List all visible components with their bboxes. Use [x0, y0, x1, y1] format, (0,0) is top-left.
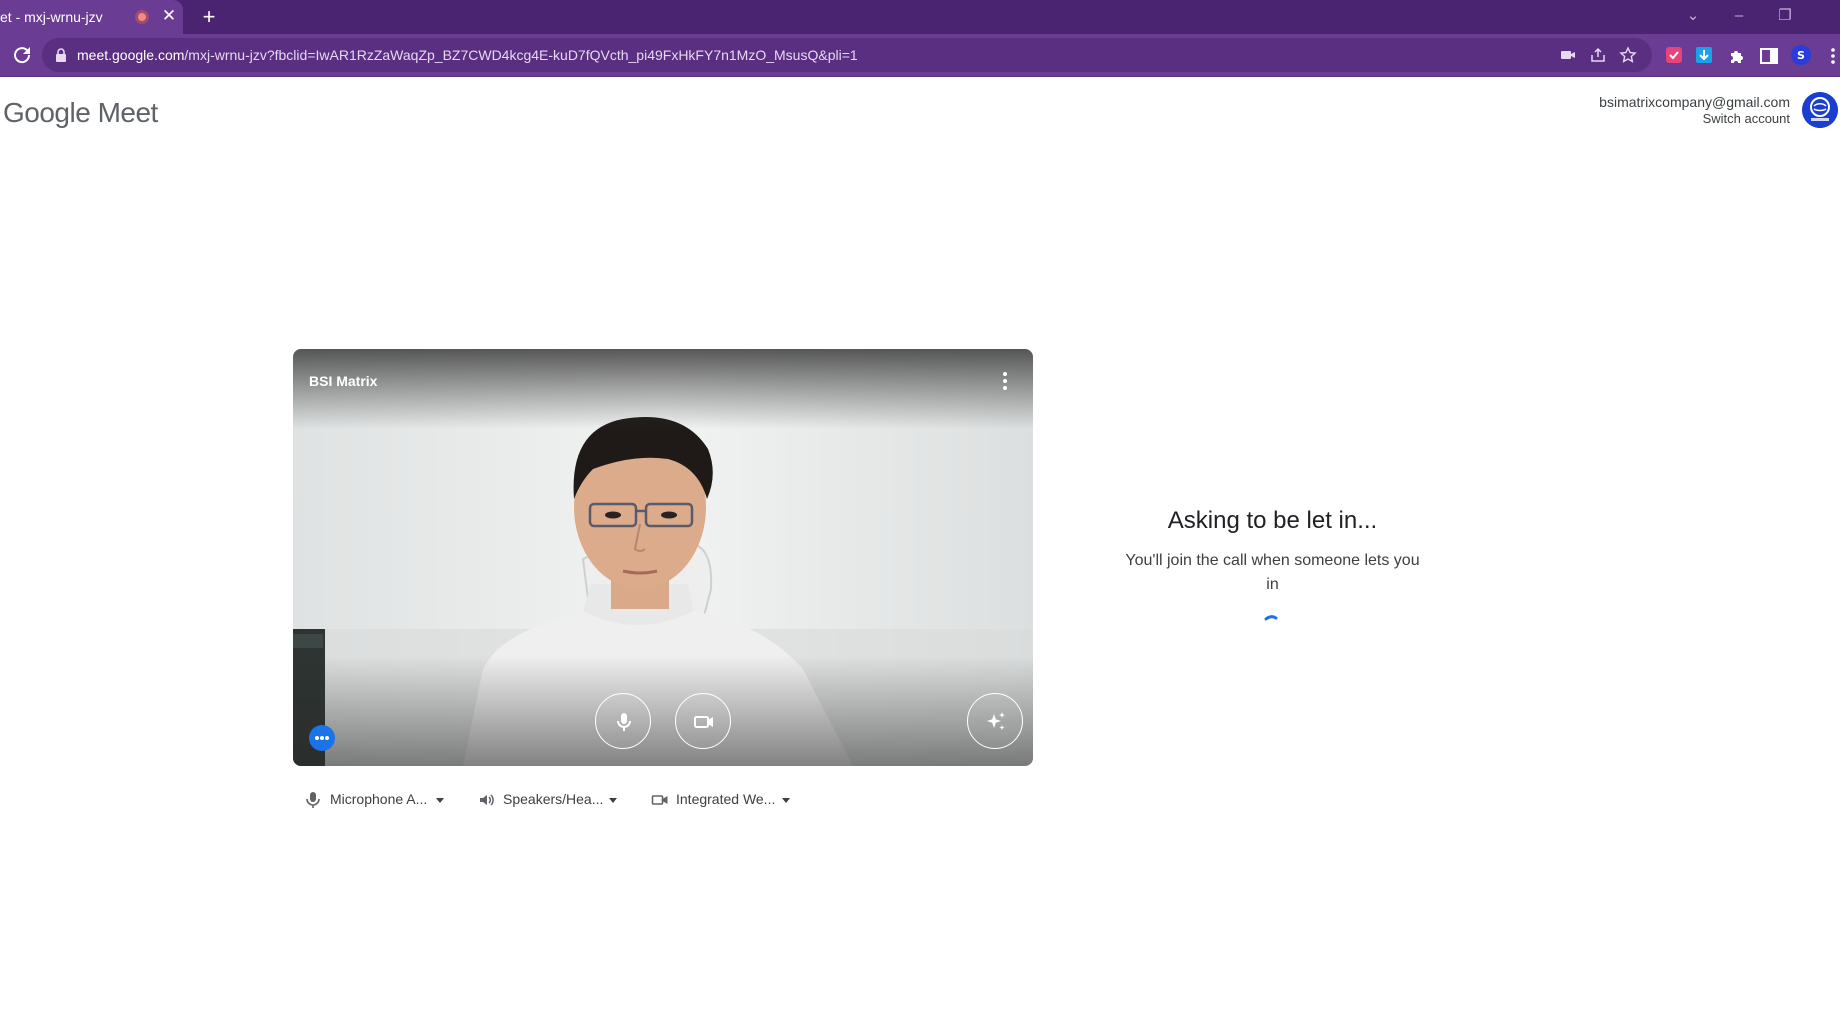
- close-tab-icon[interactable]: ✕: [160, 7, 178, 25]
- microphone-toggle-button[interactable]: [595, 693, 651, 749]
- toolbar-divider: [0, 76, 1840, 77]
- share-icon[interactable]: [1589, 46, 1607, 64]
- camera-select[interactable]: Integrated We...: [651, 790, 796, 810]
- speaker-icon: [480, 794, 494, 806]
- microphone-icon: [306, 792, 320, 808]
- video-camera-icon: [694, 716, 713, 728]
- puzzle-icon[interactable]: [1727, 46, 1747, 66]
- side-panel-icon[interactable]: [1759, 46, 1779, 66]
- extension-red-icon[interactable]: [1664, 45, 1684, 65]
- new-tab-icon[interactable]: +: [196, 4, 222, 30]
- lock-icon[interactable]: [54, 48, 68, 62]
- asking-title: Asking to be let in...: [1167, 507, 1378, 534]
- loading-spinner-icon: [1264, 615, 1278, 621]
- menu-icon[interactable]: [1826, 46, 1840, 66]
- profile-icon[interactable]: S: [1790, 44, 1812, 66]
- more-options-icon[interactable]: [993, 369, 1017, 393]
- address-bar[interactable]: meet.google.com/mxj-wrnu-jzv?fbclid=IwAR…: [42, 38, 1652, 72]
- speakers-select[interactable]: Speakers/Hea...: [478, 790, 618, 810]
- camera-icon[interactable]: [1559, 46, 1577, 64]
- minimize-icon[interactable]: –: [1724, 4, 1754, 28]
- chevron-down-icon: [782, 798, 790, 803]
- participant-name: BSI Matrix: [309, 373, 378, 389]
- camera-toggle-button[interactable]: [675, 693, 731, 749]
- recording-indicator-icon: [135, 10, 149, 24]
- video-preview: BSI Matrix: [293, 349, 1033, 766]
- account-email: bsimatrixcompany@gmail.com: [1599, 94, 1790, 110]
- download-icon[interactable]: [1694, 45, 1714, 65]
- more-actions-button[interactable]: [309, 725, 335, 751]
- restore-icon[interactable]: ❐: [1770, 4, 1800, 28]
- tab-title: et - mxj-wrnu-jzv: [0, 9, 103, 25]
- dots-icon: [315, 736, 329, 740]
- google-meet-logo[interactable]: Google Meet: [3, 97, 158, 129]
- tab-search-icon[interactable]: ⌄: [1678, 4, 1708, 28]
- reload-icon[interactable]: [10, 43, 34, 67]
- chevron-down-icon: [436, 798, 444, 803]
- visual-effects-button[interactable]: [967, 693, 1023, 749]
- microphone-icon: [617, 713, 631, 731]
- browser-tab-strip: et - mxj-wrnu-jzv ✕ + ⌄ – ❐: [0, 0, 1840, 34]
- switch-account-link[interactable]: Switch account: [1703, 111, 1790, 126]
- browser-tab[interactable]: et - mxj-wrnu-jzv ✕: [0, 0, 183, 34]
- asking-subtitle: You'll join the call when someone lets y…: [1125, 552, 1420, 593]
- svg-text:S: S: [1797, 49, 1805, 62]
- top-gradient-overlay: [293, 349, 1033, 429]
- browser-toolbar: meet.google.com/mxj-wrnu-jzv?fbclid=IwAR…: [0, 34, 1840, 76]
- chevron-down-icon: [609, 798, 617, 803]
- microphone-select[interactable]: Microphone A...: [305, 790, 445, 810]
- bottom-gradient-overlay: [293, 656, 1033, 766]
- url-text: meet.google.com/mxj-wrnu-jzv?fbclid=IwAR…: [77, 47, 858, 63]
- sparkle-icon: [987, 712, 1005, 730]
- video-camera-icon: [651, 795, 668, 805]
- avatar[interactable]: [1802, 92, 1838, 128]
- star-icon[interactable]: [1619, 46, 1637, 64]
